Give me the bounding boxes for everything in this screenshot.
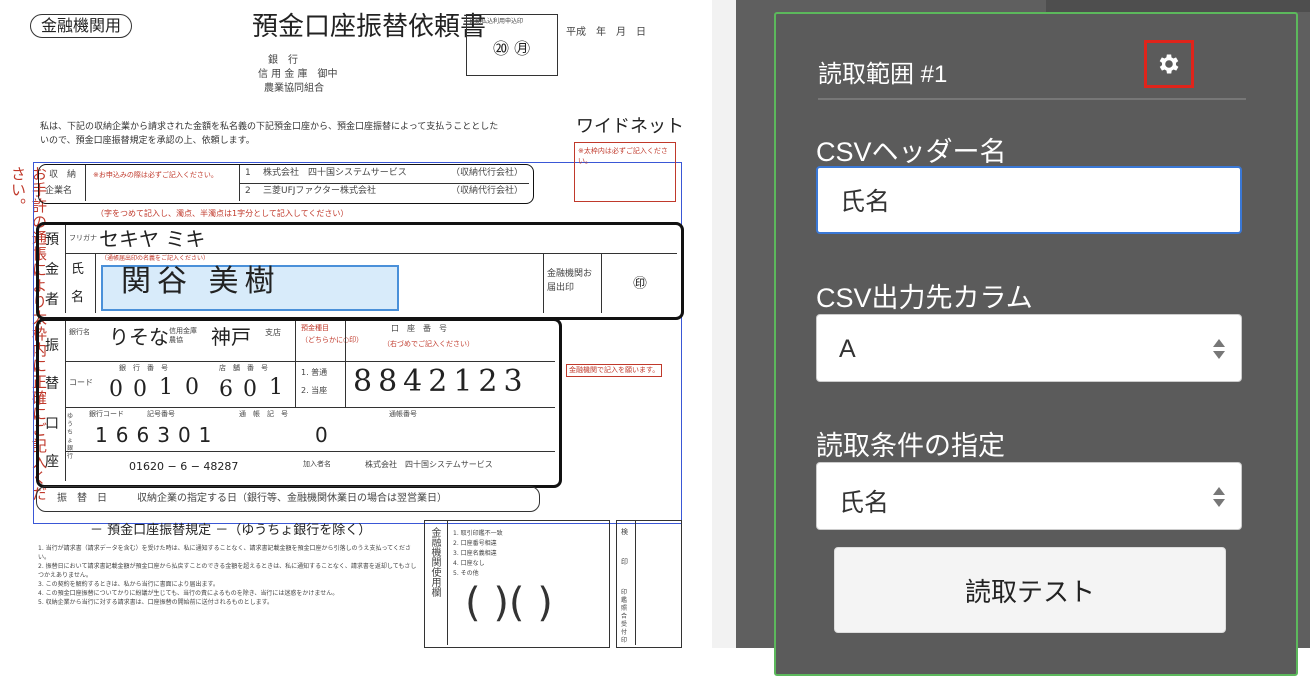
csv-column-label: CSV出力先カラム [816,283,1033,313]
read-range-panel: 読取範囲 #1 CSVヘッダー名 氏名 CSV出力先カラム A 読取条件の指定 … [774,12,1298,676]
pane-divider [712,0,736,648]
rules-text: 1. 当行が請求書（請求データを含む）を受けた時は、私に通知することなく、請求書… [38,545,417,606]
collector-box: 収 納 企業名 ※お申込みの際は必ずご記入ください。 1 株式会社 四十国システ… [38,164,534,204]
addressee-line-2: 信 用 金 庫 御中 [258,69,338,80]
addressee-line-3: 農業協同組合 [264,83,324,94]
holder-name-value: 関谷 美樹 [121,264,281,299]
scanned-form-image: 金融機関用 預金口座振替依頼書 自動払込利用申込印 ⑳ ㊊ 平成 年 月 日 銀… [0,0,712,648]
settings-button[interactable] [1144,40,1194,88]
rules-title: － 預金口座振替規定 －（ゆうちょ銀行を除く） [90,523,372,538]
instruction-red: （字をつめて記入し、濁点、半濁点は1字分として記入してください） [96,209,349,218]
brand-name: ワイドネット [576,116,684,137]
csv-header-label: CSVヘッダー名 [816,137,1007,167]
settings-pane: 読取範囲 #1 CSVヘッダー名 氏名 CSV出力先カラム A 読取条件の指定 … [736,0,1310,676]
account-box: 振 替 口 座 銀行名 りそな 信用金庫 農協 神戸 支店 預金種目 （どちらか… [36,318,562,488]
select-arrows-icon [1213,337,1225,361]
transfer-day-box: 振 替 日 収納企業の指定する日（銀行等、金融機関休業日の場合は翌営業日） [36,486,540,512]
account-right-hint: 金融機関で記入を願います。 [566,364,663,377]
addressee-line-1: 銀 行 [268,55,298,66]
csv-header-input[interactable]: 氏名 [816,166,1242,234]
intro-text: 私は、下記の収納企業から請求された金額を私名義の下記預金口座から、預金口座振替に… [40,122,499,146]
csv-column-value: A [839,335,856,363]
gear-icon [1159,54,1179,74]
bank-use-box: 金融機関使用欄 1. 取引印鑑不一致 2. 口座番号相違 3. 口座名義相違 4… [424,520,610,648]
institution-tag: 金融機関用 [30,14,133,38]
right-note: ※太枠内は必ずご記入ください。 [574,142,676,202]
condition-value: 氏名 [839,489,890,517]
bank-use-cols: 検 印 印鑑照合 受付印 [616,520,682,648]
yucho-digits: 166301 [95,423,220,447]
select-arrows-icon [1213,485,1225,509]
title-separator [818,98,1246,100]
date-label: 平成 年 月 日 [566,27,646,38]
stamp-box: 自動払込利用申込印 ⑳ ㊊ [466,14,558,76]
condition-select[interactable]: 氏名 [816,462,1242,530]
condition-label: 読取条件の指定 [816,431,1005,461]
holder-box: 預 金 者 フリガナ セキヤ ミキ 氏 名 （通帳届出印の名義をご記入ください）… [36,222,684,320]
form-title: 預金口座振替依頼書 [252,12,487,42]
read-test-button[interactable]: 読取テスト [834,547,1226,633]
csv-column-select[interactable]: A [816,314,1242,382]
top-strip [1046,0,1310,12]
kana-value: セキヤ ミキ [99,227,206,251]
range-title: 読取範囲 #1 [818,61,948,88]
